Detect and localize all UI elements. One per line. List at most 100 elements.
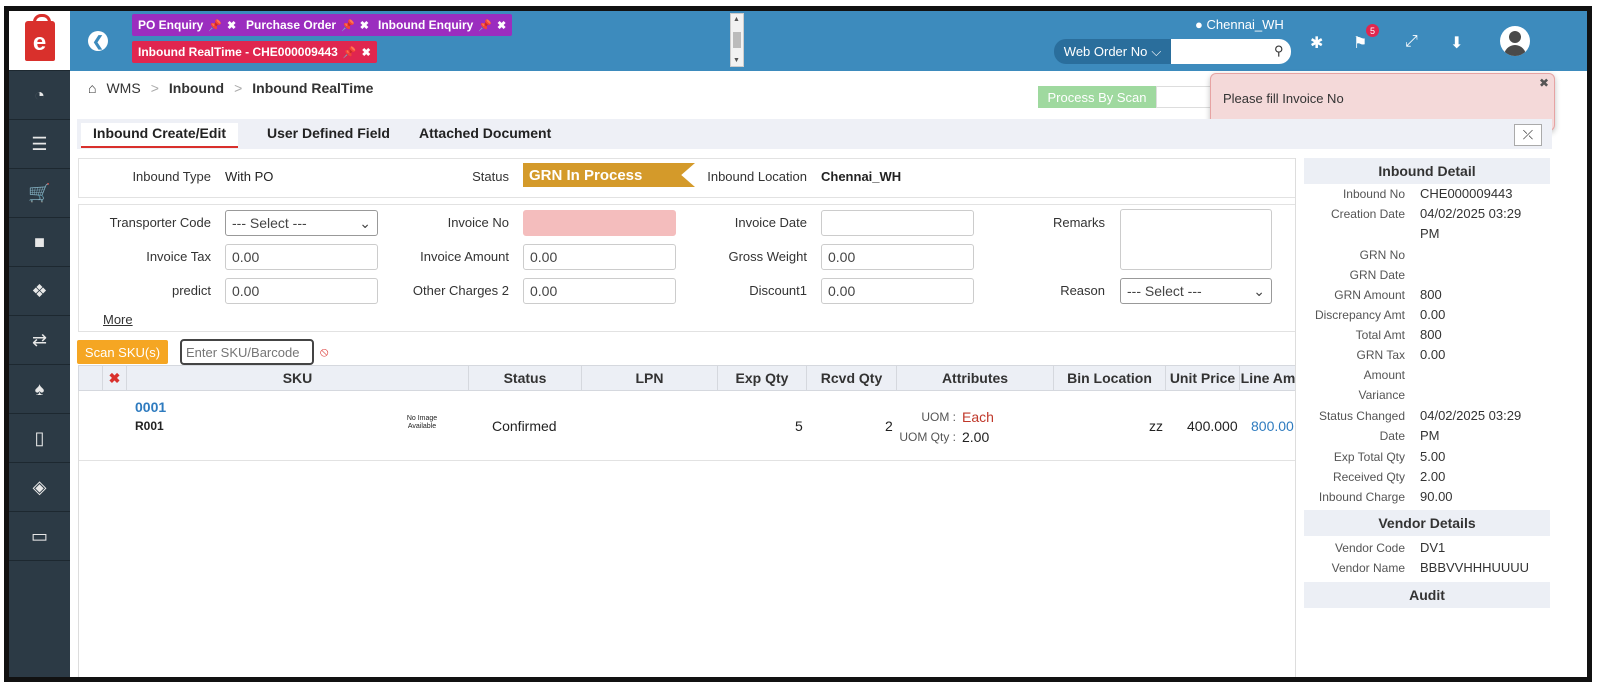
search-input[interactable] <box>1171 39 1291 64</box>
cart-icon[interactable]: 🛒 <box>9 169 70 218</box>
breadcrumb: ⌂ WMS > Inbound > Inbound RealTime <box>88 80 373 96</box>
audit-header[interactable]: Audit <box>1304 582 1550 608</box>
other-charges-field[interactable]: 0.00 <box>523 278 676 304</box>
cubes-icon[interactable]: ❖ <box>9 267 70 316</box>
col-exp-qty[interactable]: Exp Qty <box>718 366 807 390</box>
flag-icon[interactable]: ⚑ <box>1353 33 1367 53</box>
pin-icon[interactable]: 📌 <box>343 46 357 59</box>
detail-label: Exp Total Qty <box>1333 450 1405 464</box>
close-icon[interactable]: ✖ <box>360 19 369 32</box>
col-rcvd-qty[interactable]: Rcvd Qty <box>807 366 897 390</box>
transporter-code-select[interactable]: --- Select --- ⌄ <box>225 210 378 236</box>
breadcrumb-item: Inbound RealTime <box>252 80 374 96</box>
tab-inbound-create-edit[interactable]: Inbound Create/Edit <box>81 123 238 148</box>
detail-value: 90.00 <box>1420 489 1453 504</box>
sku-barcode-input[interactable] <box>180 339 314 365</box>
tab-user-defined-field[interactable]: User Defined Field <box>267 125 390 141</box>
download-icon[interactable]: ⬇ <box>1450 33 1463 53</box>
reason-select[interactable]: --- Select --- ⌄ <box>1120 278 1272 304</box>
delete-icon[interactable]: ✖ <box>103 366 127 390</box>
vendor-details-header: Vendor Details <box>1304 510 1550 536</box>
status-label: Status <box>472 169 509 184</box>
tab-attached-document[interactable]: Attached Document <box>419 125 551 141</box>
col-bin-location[interactable]: Bin Location <box>1054 366 1166 390</box>
settings-icon[interactable]: ✱ <box>1310 33 1323 53</box>
breadcrumb-item[interactable]: Inbound <box>169 80 224 96</box>
list-icon[interactable]: ☰ <box>9 120 70 169</box>
sku-code-link[interactable]: 0001 <box>135 399 166 415</box>
pin-icon[interactable]: 📌 <box>478 19 492 32</box>
other-charges-label: Other Charges 2 <box>412 283 509 298</box>
back-icon[interactable]: ❮ <box>88 31 108 51</box>
close-icon[interactable]: ✖ <box>1539 76 1549 90</box>
collapse-icon[interactable]: ⤫ <box>1514 124 1542 146</box>
col-unit-price[interactable]: Unit Price <box>1166 366 1240 390</box>
discount-field[interactable]: 0.00 <box>821 278 974 304</box>
uom-qty-value: 2.00 <box>962 429 990 445</box>
close-icon[interactable]: ✖ <box>227 19 236 32</box>
row-line-amount[interactable]: 800.00 <box>1251 418 1296 434</box>
sidebar: e ◔ ☰ 🛒 ■ ❖ ⇄ ♠ ▯ ◈ ▭ <box>9 11 70 677</box>
breadcrumb-separator: > <box>234 80 243 96</box>
predict-field[interactable]: 0.00 <box>225 278 378 304</box>
tab-inbound-enquiry[interactable]: Inbound Enquiry 📌 ✖ <box>372 14 513 36</box>
app-frame: e ◔ ☰ 🛒 ■ ❖ ⇄ ♠ ▯ ◈ ▭ ❮ PO Enquiry 📌 ✖ Pur… <box>4 6 1592 682</box>
invoice-no-field[interactable] <box>523 210 676 236</box>
detail-label: Total Amt <box>1355 328 1405 342</box>
process-by-scan-field[interactable] <box>1156 86 1216 108</box>
invoice-no-label: Invoice No <box>447 215 509 230</box>
inbound-type-label: Inbound Type <box>132 169 211 184</box>
more-link[interactable]: More <box>103 312 133 327</box>
tag-icon[interactable]: ◈ <box>9 463 70 512</box>
transfer-icon[interactable]: ⇄ <box>9 316 70 365</box>
invoice-tax-field[interactable]: 0.00 <box>225 244 378 270</box>
table-row[interactable] <box>79 391 1297 461</box>
detail-value: 0.00 <box>1420 347 1446 362</box>
process-by-scan-button[interactable]: Process By Scan <box>1038 86 1156 108</box>
breadcrumb-item[interactable]: WMS <box>106 80 140 96</box>
avatar[interactable] <box>1500 26 1530 56</box>
row-exp-qty: 5 <box>795 418 803 434</box>
detail-value: 0.00 <box>1420 307 1446 322</box>
tabs-scrollbar[interactable]: ▲ ▼ <box>730 13 744 67</box>
detail-value: 2.00 <box>1420 469 1446 484</box>
toast-message: Please fill Invoice No <box>1223 91 1344 106</box>
detail-label: GRN Tax <box>1356 348 1405 362</box>
search-type-dropdown[interactable]: Web Order No ⌵ <box>1054 39 1171 64</box>
scan-sku-button[interactable]: Scan SKU(s) <box>77 340 168 364</box>
pin-icon[interactable]: 📌 <box>341 19 355 32</box>
col-lpn[interactable]: LPN <box>582 366 718 390</box>
uom-value: Each <box>962 409 994 425</box>
notification-badge: 5 <box>1366 24 1379 37</box>
remarks-field[interactable] <box>1120 209 1272 270</box>
add-user-icon[interactable]: ♠ <box>9 365 70 414</box>
row-bin-location: zz <box>1149 418 1163 434</box>
app-logo[interactable]: e <box>9 11 70 71</box>
chevron-down-icon: ⌄ <box>359 214 371 231</box>
close-icon[interactable]: ✖ <box>362 46 371 59</box>
location-label[interactable]: ● Chennai_WH <box>1195 17 1284 32</box>
gross-weight-field[interactable]: 0.00 <box>821 244 974 270</box>
fullscreen-icon[interactable]: ⤢ <box>1405 33 1418 51</box>
tab-inbound-realtime[interactable]: Inbound RealTime - CHE000009443 📌 ✖ <box>132 41 377 63</box>
pin-icon[interactable]: 📌 <box>208 19 222 32</box>
col-status[interactable]: Status <box>469 366 582 390</box>
book-icon[interactable]: ▯ <box>9 414 70 463</box>
search-icon[interactable]: ⚲ <box>1274 43 1284 59</box>
invoice-date-field[interactable] <box>821 210 974 236</box>
col-attributes[interactable]: Attributes <box>897 366 1054 390</box>
home-icon[interactable]: ⌂ <box>88 80 96 96</box>
briefcase-icon[interactable]: ■ <box>9 218 70 267</box>
uom-label: UOM : <box>921 410 956 424</box>
col-sku[interactable]: SKU <box>127 366 469 390</box>
clear-barcode-icon[interactable]: ⦸ <box>320 344 328 360</box>
card-icon[interactable]: ▭ <box>9 512 70 561</box>
inbound-type-value: With PO <box>225 169 274 184</box>
col-line-amount[interactable]: Line Am <box>1240 366 1296 390</box>
tab-purchase-order[interactable]: Purchase Order 📌 ✖ <box>240 14 375 36</box>
tab-po-enquiry[interactable]: PO Enquiry 📌 ✖ <box>132 14 243 36</box>
close-icon[interactable]: ✖ <box>497 19 506 32</box>
invoice-amount-field[interactable]: 0.00 <box>523 244 676 270</box>
detail-label: GRN Date <box>1349 268 1405 282</box>
dashboard-icon[interactable]: ◔ <box>9 71 70 120</box>
